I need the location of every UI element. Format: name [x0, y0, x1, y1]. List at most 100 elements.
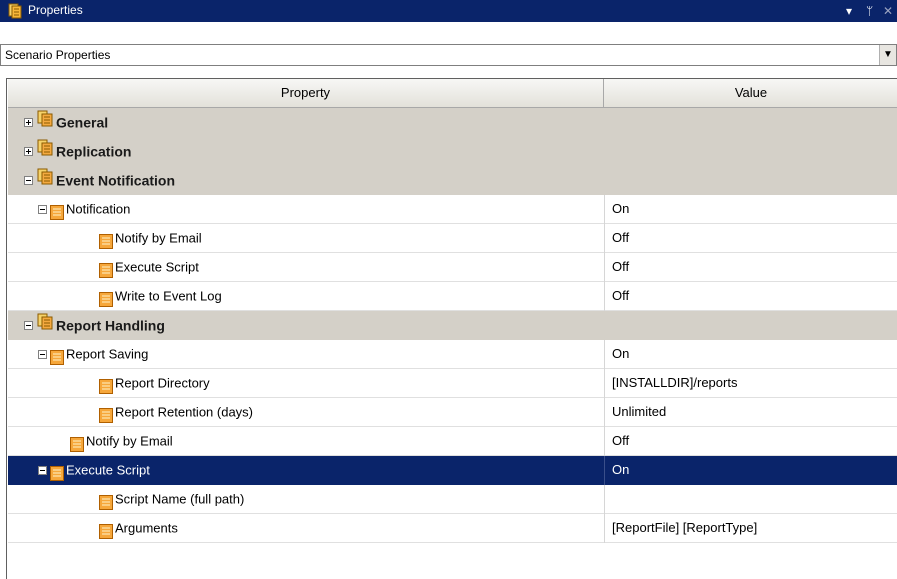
grid-header: Property Value [8, 79, 897, 108]
property-category-row[interactable]: Event Notification [8, 166, 897, 195]
property-name-cell[interactable]: Replication [24, 137, 131, 165]
property-row[interactable]: Report Retention (days) Unlimited [8, 398, 897, 427]
property-name-cell[interactable]: Notify by Email [70, 427, 173, 455]
property-icon [50, 463, 64, 482]
property-value-cell[interactable]: On [612, 195, 629, 223]
property-row[interactable]: Write to Event Log Off [8, 282, 897, 311]
property-row[interactable]: Notify by Email Off [8, 427, 897, 456]
expand-icon[interactable] [24, 118, 33, 128]
column-divider[interactable] [604, 427, 605, 456]
scenario-selector[interactable]: Scenario Properties ▼ [0, 44, 897, 66]
property-label: Execute Script [66, 462, 150, 478]
property-icon [99, 405, 113, 424]
property-icon [50, 347, 64, 366]
property-label: Script Name (full path) [115, 491, 245, 507]
property-value-cell[interactable]: On [612, 456, 629, 484]
property-label: Arguments [115, 520, 178, 536]
column-divider[interactable] [604, 514, 605, 543]
column-divider[interactable] [604, 224, 605, 253]
property-label: Event Notification [56, 172, 176, 189]
property-category-row[interactable]: Report Handling [8, 311, 897, 340]
column-divider[interactable] [604, 340, 605, 369]
property-value-cell[interactable]: Off [612, 253, 629, 281]
dropdown-arrow-icon[interactable]: ▾ [846, 3, 852, 19]
property-label: Notify by Email [86, 433, 173, 449]
property-icon [99, 260, 113, 279]
property-name-cell[interactable]: Event Notification [24, 166, 175, 194]
property-row[interactable]: Script Name (full path) [8, 485, 897, 514]
property-value-cell[interactable]: Off [612, 427, 629, 455]
property-label: Report Handling [56, 317, 165, 334]
scenario-selector-value: Scenario Properties [5, 48, 111, 62]
expand-icon[interactable] [24, 147, 33, 157]
property-row[interactable]: Arguments [ReportFile] [ReportType] [8, 514, 897, 543]
property-label: Notify by Email [115, 230, 202, 246]
category-icon [36, 167, 54, 195]
property-name-cell[interactable]: Notification [38, 195, 130, 223]
column-header-value[interactable]: Value [605, 79, 897, 107]
property-name-cell[interactable]: Report Handling [24, 311, 165, 339]
category-icon [36, 312, 54, 340]
property-label: General [56, 114, 109, 131]
property-name-cell[interactable]: Notify by Email [99, 224, 202, 252]
property-row[interactable]: Execute Script On [8, 456, 897, 485]
properties-window-icon [8, 3, 24, 22]
properties-titlebar: Properties ▾ ᛘ ✕ [0, 0, 897, 22]
property-label: Replication [56, 143, 132, 160]
column-divider[interactable] [604, 398, 605, 427]
property-icon [99, 289, 113, 308]
property-value-cell[interactable]: Unlimited [612, 398, 666, 426]
property-row[interactable]: Execute Script Off [8, 253, 897, 282]
column-header-property[interactable]: Property [8, 79, 604, 107]
column-divider[interactable] [604, 282, 605, 311]
close-icon[interactable]: ✕ [883, 3, 893, 19]
property-label: Notification [66, 201, 131, 217]
property-name-cell[interactable]: General [24, 108, 108, 136]
property-name-cell[interactable]: Report Directory [99, 369, 210, 397]
property-label: Execute Script [115, 259, 199, 275]
property-name-cell[interactable]: Report Saving [38, 340, 148, 368]
property-icon [70, 434, 84, 453]
property-value-cell[interactable]: [INSTALLDIR]/reports [612, 369, 737, 397]
pin-icon[interactable]: ᛘ [866, 3, 873, 19]
property-label: Report Retention (days) [115, 404, 254, 420]
property-icon [99, 231, 113, 250]
property-name-cell[interactable]: Arguments [99, 514, 178, 542]
property-icon [50, 202, 64, 221]
property-category-row[interactable]: Replication [8, 137, 897, 166]
column-divider[interactable] [604, 253, 605, 282]
property-icon [99, 521, 113, 540]
collapse-icon[interactable] [38, 205, 47, 215]
window-title: Properties [28, 3, 83, 17]
property-row[interactable]: Report Saving On [8, 340, 897, 369]
property-label: Report Saving [66, 346, 149, 362]
property-name-cell[interactable]: Execute Script [38, 456, 150, 484]
property-label: Report Directory [115, 375, 210, 391]
property-name-cell[interactable]: Write to Event Log [99, 282, 222, 310]
column-divider[interactable] [604, 485, 605, 514]
category-icon [36, 109, 54, 137]
collapse-icon[interactable] [24, 176, 33, 186]
property-value-cell[interactable]: Off [612, 224, 629, 252]
property-value-cell[interactable]: [ReportFile] [ReportType] [612, 514, 757, 542]
property-row[interactable]: Notification On [8, 195, 897, 224]
property-icon [99, 492, 113, 511]
column-divider[interactable] [604, 369, 605, 398]
property-label: Write to Event Log [115, 288, 222, 304]
collapse-icon[interactable] [24, 321, 33, 331]
category-icon [36, 138, 54, 166]
property-value-cell[interactable]: On [612, 340, 629, 368]
property-row[interactable]: Report Directory [INSTALLDIR]/reports [8, 369, 897, 398]
column-divider[interactable] [604, 456, 605, 485]
property-value-cell[interactable]: Off [612, 282, 629, 310]
property-name-cell[interactable]: Execute Script [99, 253, 199, 281]
property-row[interactable]: Notify by Email Off [8, 224, 897, 253]
property-name-cell[interactable]: Script Name (full path) [99, 485, 244, 513]
collapse-icon[interactable] [38, 466, 47, 476]
column-divider[interactable] [604, 195, 605, 224]
property-category-row[interactable]: General [8, 108, 897, 137]
chevron-down-icon[interactable]: ▼ [879, 45, 896, 65]
collapse-icon[interactable] [38, 350, 47, 360]
property-name-cell[interactable]: Report Retention (days) [99, 398, 253, 426]
property-icon [99, 376, 113, 395]
